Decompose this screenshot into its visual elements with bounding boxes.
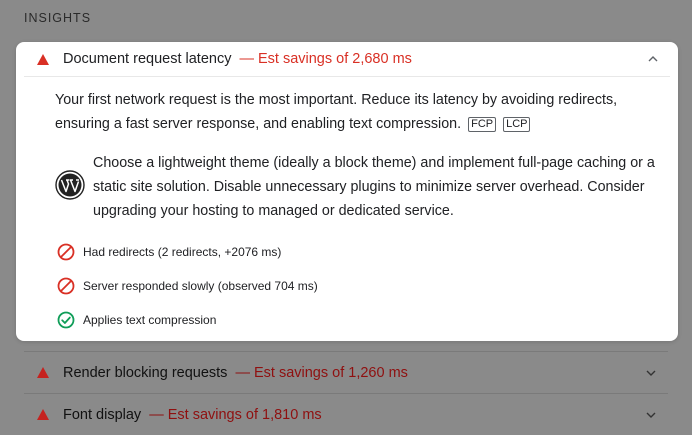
insight-document-latency-card: Document request latency — Est savings o…	[16, 42, 678, 341]
check-item-redirects: Had redirects (2 redirects, +2076 ms)	[57, 243, 281, 261]
insight-savings: — Est savings of 1,810 ms	[149, 406, 322, 423]
insight-title: Document request latency	[63, 51, 232, 67]
wordpress-icon	[55, 170, 85, 200]
insight-description: Your first network request is the most i…	[55, 88, 655, 136]
chevron-down-icon[interactable]	[644, 366, 658, 380]
insight-header[interactable]: Document request latency — Est savings o…	[24, 42, 670, 77]
chevron-up-icon[interactable]	[646, 52, 660, 66]
insight-title: Render blocking requests	[63, 364, 228, 381]
insight-render-blocking-row[interactable]: Render blocking requests — Est savings o…	[24, 351, 668, 393]
warning-triangle-icon	[37, 409, 49, 420]
warning-triangle-icon	[37, 53, 49, 65]
metric-badge-fcp: FCP	[468, 117, 497, 132]
check-item-server-response: Server responded slowly (observed 704 ms…	[57, 277, 318, 295]
warning-triangle-icon	[37, 367, 49, 378]
insights-section-title: INSIGHTS	[24, 11, 92, 25]
insight-savings: — Est savings of 1,260 ms	[235, 364, 408, 381]
insight-font-display-row[interactable]: Font display — Est savings of 1,810 ms	[24, 393, 668, 435]
metric-badge-lcp: LCP	[503, 117, 531, 132]
stack-pack-tip: Choose a lightweight theme (ideally a bl…	[93, 155, 655, 219]
check-label: Server responded slowly (observed 704 ms…	[83, 279, 318, 293]
check-label: Had redirects (2 redirects, +2076 ms)	[83, 245, 282, 259]
check-item-text-compression: Applies text compression	[57, 311, 216, 329]
fail-icon	[57, 277, 75, 295]
pass-icon	[57, 311, 75, 329]
chevron-down-icon[interactable]	[644, 408, 658, 422]
insight-title: Font display	[63, 406, 142, 423]
fail-icon	[57, 243, 75, 261]
insight-savings: — Est savings of 2,680 ms	[239, 51, 412, 67]
check-label: Applies text compression	[83, 313, 217, 327]
description-text: Your first network request is the most i…	[55, 92, 618, 132]
